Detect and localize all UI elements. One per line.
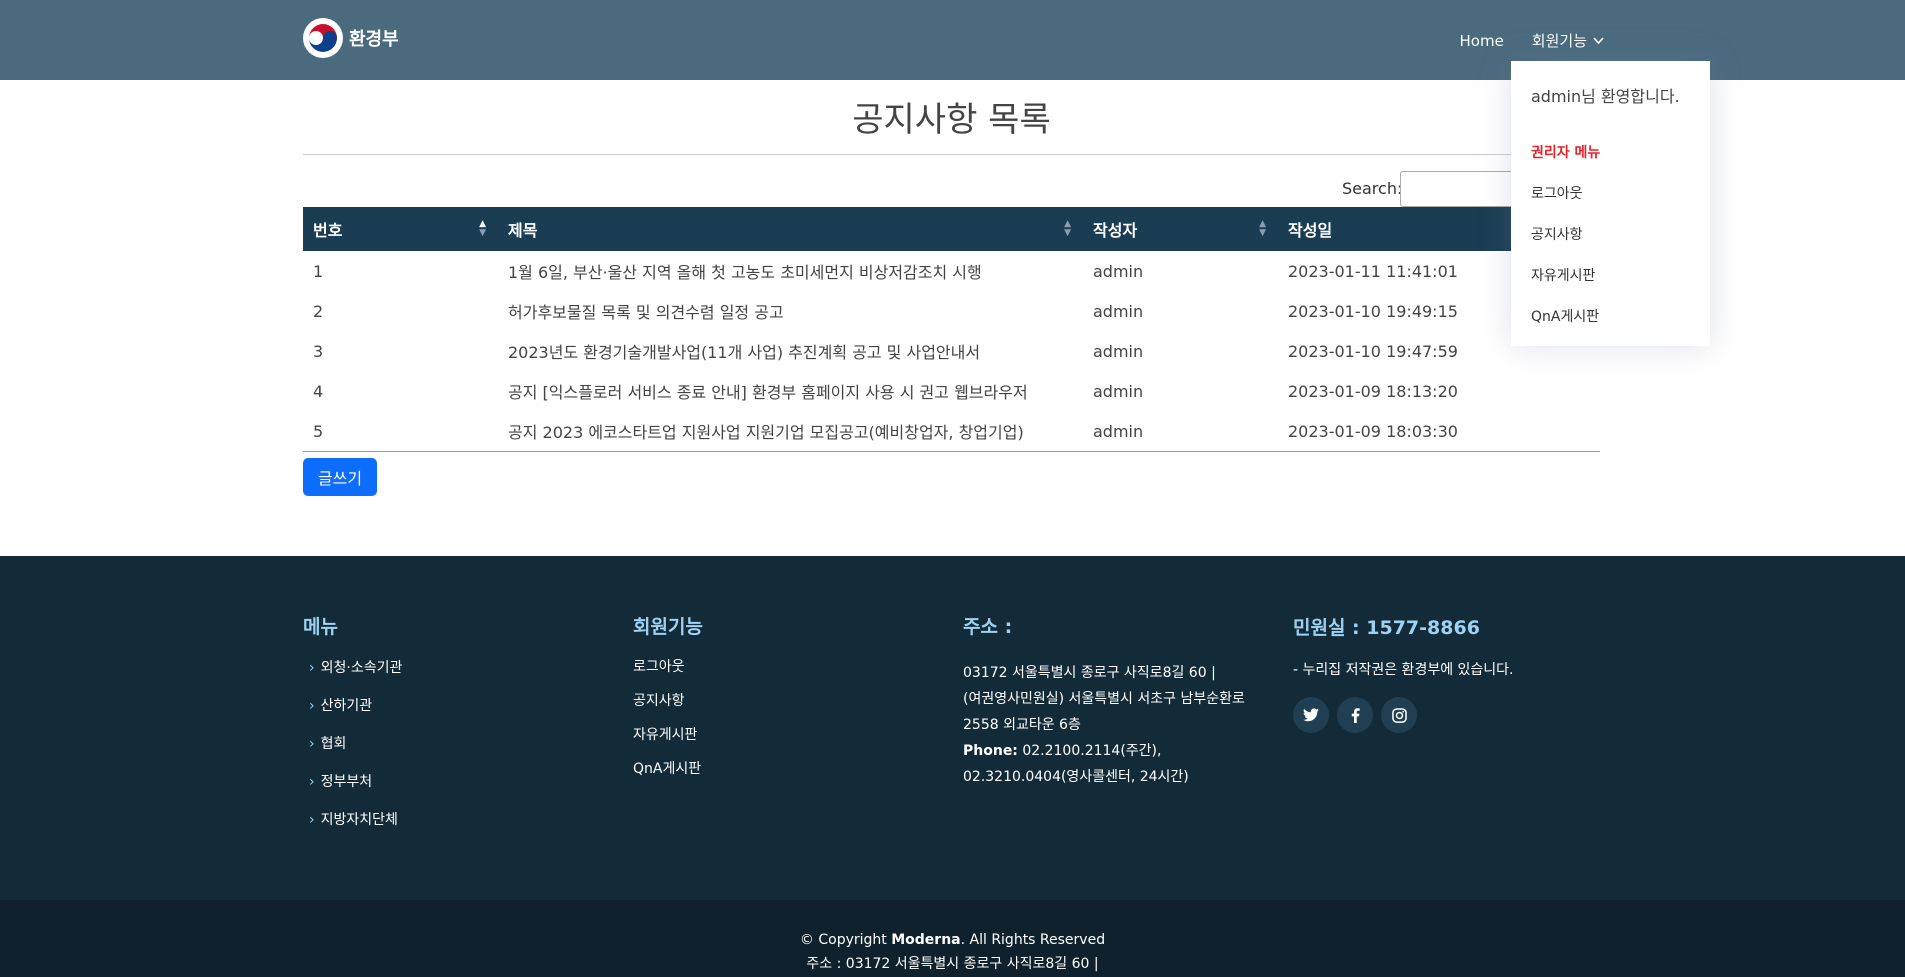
cell-title-link[interactable]: 공지 2023 에코스타트업 지원사업 지원기업 모집공고(예비창업자, 창업기… xyxy=(498,411,1083,452)
footer-address: 03172 서울특별시 종로구 사직로8길 60 | (여권영사민원실) 서울특… xyxy=(963,660,1273,790)
footer-member-free-board[interactable]: 자유게시판 xyxy=(633,724,697,744)
address-line: 2558 외교타운 6층 xyxy=(963,717,1081,733)
footer-menu-item[interactable]: › 정부부처 xyxy=(309,771,372,791)
footer-menu-item-label: 외청·소속기관 xyxy=(320,660,403,676)
cell-title-link[interactable]: 공지 [익스플로러 서비스 종료 안내] 환경부 홈페이지 사용 시 권고 웹브… xyxy=(498,371,1083,411)
col-title[interactable]: 제목 ▲ ▼ xyxy=(498,207,1083,251)
cell-date: 2023-01-09 18:13:20 xyxy=(1288,381,1458,401)
footer-menu-item-label: 산하기관 xyxy=(320,698,373,714)
nav-member-menu[interactable]: 회원기능 xyxy=(1532,30,1604,51)
table-row: 4 공지 [익스플로러 서비스 종료 안내] 환경부 홈페이지 사용 시 권고 … xyxy=(303,371,1600,411)
cell-number: 2 xyxy=(313,301,324,321)
footer-menu-item[interactable]: › 외청·소속기관 xyxy=(309,657,402,677)
dropdown-admin-menu[interactable]: 권리자 메뉴 xyxy=(1531,142,1600,162)
cell-author: admin xyxy=(1093,261,1144,281)
bottom-address: 주소 : 03172 서울특별시 종로구 사직로8길 60 | xyxy=(806,956,1099,972)
site-logo[interactable]: 환경부 xyxy=(303,18,399,58)
copyright-prefix: © Copyright xyxy=(799,932,892,948)
footer-menu-item[interactable]: › 지방자치단체 xyxy=(309,809,398,829)
sort-icon: ▲ ▼ xyxy=(479,219,486,238)
address-line: (여권영사민원실) 서울특별시 서초구 남부순환로 xyxy=(963,691,1245,707)
footer-member-title: 회원기능 xyxy=(633,616,703,638)
cell-author: admin xyxy=(1093,381,1144,401)
nav-home[interactable]: Home xyxy=(1460,32,1504,50)
facebook-icon[interactable] xyxy=(1337,697,1373,733)
footer-menu-item[interactable]: › 산하기관 xyxy=(309,695,372,715)
instagram-icon[interactable] xyxy=(1381,697,1417,733)
col-author[interactable]: 작성자 ▲ ▼ xyxy=(1083,207,1278,251)
cell-number: 4 xyxy=(313,381,324,401)
footer: 메뉴 › 외청·소속기관 › 산하기관 › 협회 › 정부부처 › 지방자치단체 회원기능… xyxy=(0,556,1905,900)
dropdown-free-board[interactable]: 자유게시판 xyxy=(1531,265,1595,285)
phone-line: Phone: 02.2100.2114(주간), xyxy=(963,738,1273,764)
phone-value: 02.2100.2114(주간), xyxy=(1017,743,1162,759)
chevron-right-icon: › xyxy=(309,736,315,752)
col-date-label: 작성일 xyxy=(1288,221,1333,240)
table-header-row: 번호 ▲ ▼ 제목 ▲ ▼ 작성자 ▲ ▼ 작성일 xyxy=(303,207,1600,251)
footer-menu-item-label: 협회 xyxy=(320,736,347,752)
cell-title-link[interactable]: 허가후보물질 목록 및 의견수렴 일정 공고 xyxy=(498,291,1083,331)
table-row: 3 2023년도 환경기술개발사업(11개 사업) 추진계획 공고 및 사업안내… xyxy=(303,331,1600,371)
footer-address-title: 주소 : xyxy=(963,616,1013,638)
brand-name: Moderna xyxy=(891,932,961,948)
footer-menu-item[interactable]: › 협회 xyxy=(309,733,346,753)
chevron-right-icon: › xyxy=(309,660,315,676)
twitter-icon[interactable] xyxy=(1293,697,1329,733)
cell-number: 5 xyxy=(303,411,498,452)
footer-member-logout[interactable]: 로그아웃 xyxy=(633,656,685,676)
dropdown-logout[interactable]: 로그아웃 xyxy=(1531,183,1583,203)
member-dropdown: admin님 환영합니다. 권리자 메뉴 로그아웃 공지사항 자유게시판 QnA… xyxy=(1511,61,1710,346)
sort-icon: ▲ ▼ xyxy=(1259,219,1266,238)
chevron-right-icon: › xyxy=(309,698,315,714)
dropdown-qna-board[interactable]: QnA게시판 xyxy=(1531,306,1599,326)
cell-author: admin xyxy=(1083,411,1278,452)
table-row: 2 허가후보물질 목록 및 의견수렴 일정 공고 admin 2023-01-1… xyxy=(303,291,1600,331)
copyright-bar: © Copyright Moderna. All Rights Reserved… xyxy=(0,900,1905,977)
footer-member-qna-board[interactable]: QnA게시판 xyxy=(633,758,701,778)
welcome-text: admin님 환영합니다. xyxy=(1531,87,1680,106)
copyright-suffix: . All Rights Reserved xyxy=(960,932,1106,948)
cell-title-link[interactable]: 1월 6일, 부산·울산 지역 올해 첫 고농도 초미세먼지 비상저감조치 시행 xyxy=(498,251,1083,291)
col-author-label: 작성자 xyxy=(1093,221,1138,240)
footer-menu-title: 메뉴 xyxy=(303,616,338,638)
footer-member-notice[interactable]: 공지사항 xyxy=(633,690,685,710)
table-row: 1 1월 6일, 부산·울산 지역 올해 첫 고농도 초미세먼지 비상저감조치 … xyxy=(303,251,1600,291)
chevron-right-icon: › xyxy=(309,774,315,790)
col-title-label: 제목 xyxy=(508,221,538,240)
cell-author: admin xyxy=(1093,341,1144,361)
chevron-down-icon xyxy=(1593,36,1604,44)
write-button[interactable]: 글쓰기 xyxy=(303,458,377,496)
divider xyxy=(303,154,1600,155)
sort-icon: ▲ ▼ xyxy=(1064,219,1071,238)
government-emblem-icon xyxy=(303,18,343,58)
cell-title-link[interactable]: 2023년도 환경기술개발사업(11개 사업) 추진계획 공고 및 사업안내서 xyxy=(498,331,1083,371)
phone-line-2: 02.3210.0404(영사콜센터, 24시간) xyxy=(963,769,1189,785)
phone-label: Phone: xyxy=(963,743,1018,759)
footer-copyright-note: - 누리집 저작권은 환경부에 있습니다. xyxy=(1293,662,1514,678)
table-row: 5 공지 2023 에코스타트업 지원사업 지원기업 모집공고(예비창업자, 창… xyxy=(303,411,1600,452)
nav-member-label: 회원기능 xyxy=(1531,32,1587,50)
search-label: Search: xyxy=(1342,179,1403,198)
footer-contact-title: 민원실 : 1577-8866 xyxy=(1293,617,1480,639)
dropdown-notice[interactable]: 공지사항 xyxy=(1531,224,1583,244)
cell-number: 3 xyxy=(313,341,324,361)
col-number-label: 번호 xyxy=(313,221,343,240)
cell-number: 1 xyxy=(313,261,324,281)
copyright-text: © Copyright Moderna. All Rights Reserved xyxy=(0,932,1905,948)
cell-date: 2023-01-09 18:03:30 xyxy=(1278,411,1600,452)
logo-text: 환경부 xyxy=(349,29,399,50)
chevron-right-icon: › xyxy=(309,812,315,828)
page-title: 공지사항 목록 xyxy=(852,100,1051,140)
col-number[interactable]: 번호 ▲ ▼ xyxy=(303,207,498,251)
main-nav: Home 회원기능 xyxy=(1460,30,1605,51)
notice-table: 번호 ▲ ▼ 제목 ▲ ▼ 작성자 ▲ ▼ 작성일 1 1월 6일, 부산·울산 지역… xyxy=(303,207,1600,452)
footer-menu-item-label: 정부부처 xyxy=(320,774,373,790)
cell-author: admin xyxy=(1093,301,1144,321)
address-line: 03172 서울특별시 종로구 사직로8길 60 | xyxy=(963,665,1216,681)
footer-menu-item-label: 지방자치단체 xyxy=(320,812,398,828)
